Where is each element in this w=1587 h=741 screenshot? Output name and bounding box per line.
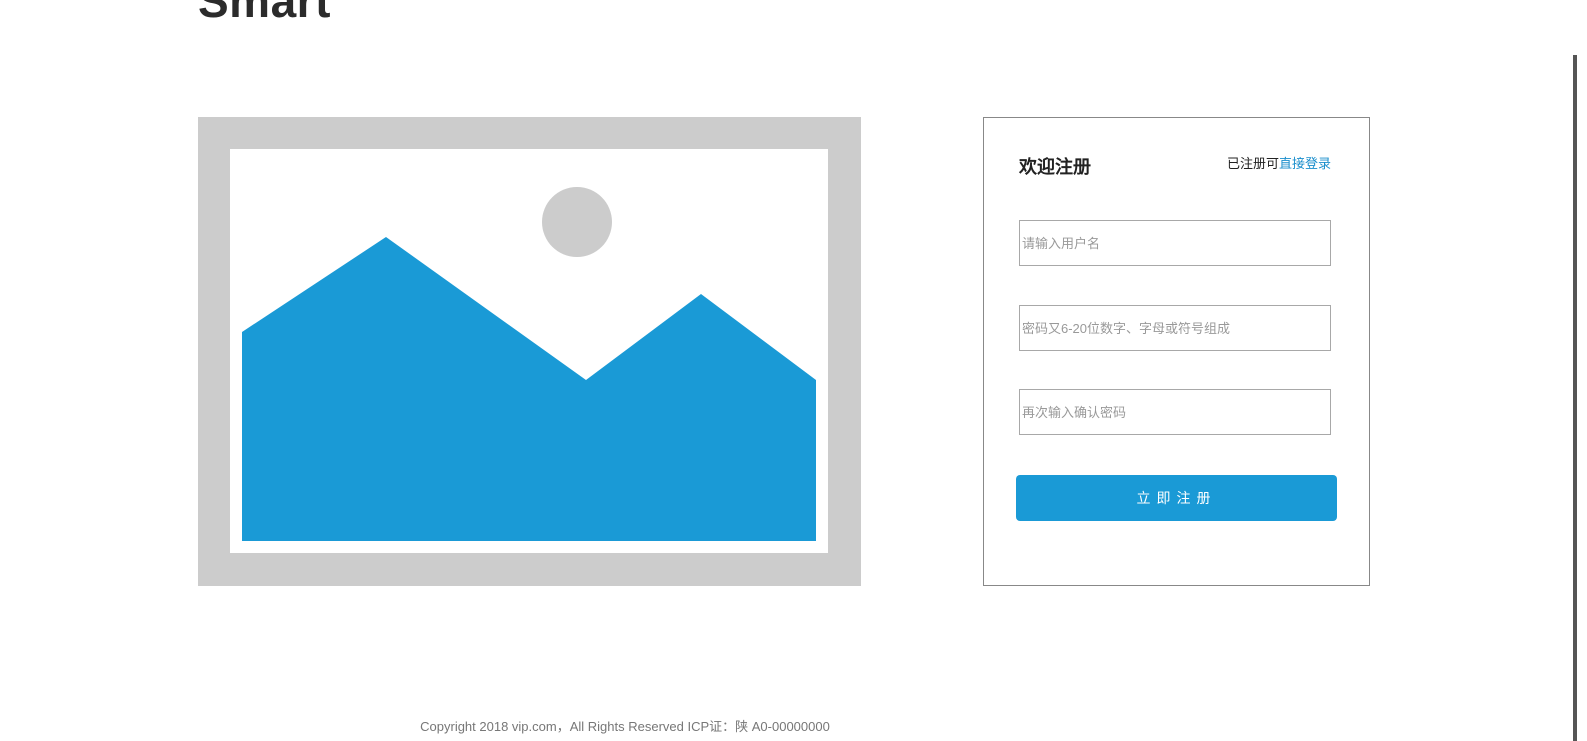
register-panel: 欢迎注册 已注册可直接登录 立即注册: [983, 117, 1370, 586]
page-scrollbar[interactable]: [1567, 0, 1587, 741]
hero-image: [198, 117, 861, 586]
register-button[interactable]: 立即注册: [1016, 475, 1337, 521]
scrollbar-thumb[interactable]: [1573, 55, 1577, 741]
password-input[interactable]: [1019, 305, 1331, 351]
login-link[interactable]: 直接登录: [1279, 156, 1331, 171]
confirm-password-input[interactable]: [1019, 389, 1331, 435]
username-input[interactable]: [1019, 220, 1331, 266]
site-logo: Smart: [198, 0, 331, 27]
login-prompt: 已注册可: [1226, 156, 1279, 171]
sun-icon: [542, 187, 612, 257]
login-hint: 已注册可直接登录: [1227, 153, 1331, 172]
image-placeholder-icon: [198, 117, 861, 586]
register-title: 欢迎注册: [1019, 157, 1091, 177]
footer-copyright: Copyright 2018 vip.com，All Rights Reserv…: [420, 719, 830, 734]
